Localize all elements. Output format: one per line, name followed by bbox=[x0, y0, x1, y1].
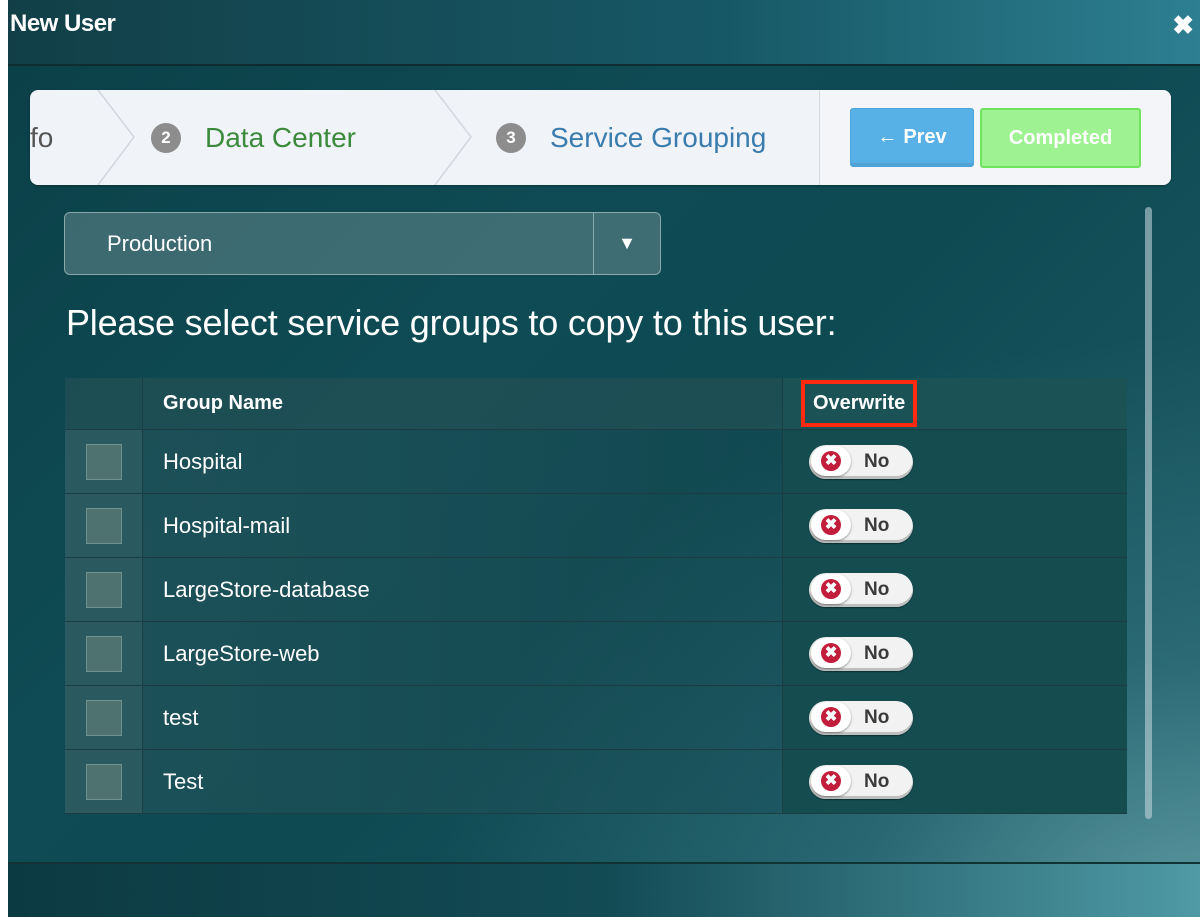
x-icon: ✖ bbox=[821, 578, 841, 599]
column-header-overwrite-cell: Overwrite bbox=[783, 378, 1127, 430]
completed-button[interactable]: Completed bbox=[980, 108, 1141, 168]
group-name-cell: Test bbox=[143, 750, 783, 814]
overwrite-toggle[interactable]: ✖ No bbox=[809, 572, 913, 607]
group-name-cell: test bbox=[143, 686, 783, 750]
overwrite-cell: ✖ No bbox=[783, 430, 1127, 494]
row-checkbox[interactable] bbox=[85, 507, 122, 544]
step-number-badge: 2 bbox=[151, 122, 181, 153]
prev-button-label: Prev bbox=[903, 126, 947, 148]
wizard-step-partial-label: fo bbox=[30, 121, 54, 153]
toggle-knob: ✖ bbox=[811, 637, 851, 668]
overwrite-cell: ✖ No bbox=[783, 558, 1127, 622]
row-checkbox-cell bbox=[65, 622, 143, 686]
overwrite-toggle[interactable]: ✖ No bbox=[809, 764, 913, 799]
row-checkbox[interactable] bbox=[85, 443, 122, 480]
toggle-state-label: No bbox=[864, 514, 890, 536]
wizard-steps-bar: fo 2 Data Center 3 Service Grouping ← Pr… bbox=[30, 90, 1171, 185]
toggle-knob: ✖ bbox=[811, 701, 851, 732]
row-checkbox[interactable] bbox=[85, 571, 122, 608]
column-header-overwrite: Overwrite bbox=[813, 392, 906, 414]
overwrite-cell: ✖ No bbox=[783, 686, 1127, 750]
group-name-cell: LargeStore-web bbox=[143, 622, 783, 686]
table-row: LargeStore-database ✖ No bbox=[65, 558, 1127, 622]
row-checkbox[interactable] bbox=[85, 635, 122, 672]
toggle-knob: ✖ bbox=[811, 573, 851, 604]
wizard-step-label: Data Center bbox=[205, 121, 356, 153]
instruction-text: Please select service groups to copy to … bbox=[66, 302, 837, 343]
environment-select-value: Production bbox=[107, 231, 213, 256]
toggle-knob: ✖ bbox=[811, 765, 851, 796]
x-icon: ✖ bbox=[821, 706, 841, 727]
overwrite-cell: ✖ No bbox=[783, 750, 1127, 814]
table-row: test ✖ No bbox=[65, 686, 1127, 750]
table-row: Test ✖ No bbox=[65, 750, 1127, 814]
x-icon: ✖ bbox=[821, 514, 841, 535]
close-icon[interactable]: ✖ bbox=[1172, 12, 1194, 38]
wizard-step-user-info[interactable]: fo bbox=[30, 90, 53, 185]
caret-down-icon[interactable]: ▼ bbox=[593, 213, 660, 274]
overwrite-toggle[interactable]: ✖ No bbox=[809, 700, 913, 735]
row-checkbox-cell bbox=[65, 686, 143, 750]
prev-button[interactable]: ← Prev bbox=[850, 108, 974, 167]
vertical-scrollbar[interactable] bbox=[1145, 207, 1152, 819]
toggle-state-label: No bbox=[864, 642, 890, 664]
arrow-left-icon: ← bbox=[877, 126, 898, 148]
overwrite-toggle[interactable]: ✖ No bbox=[809, 444, 913, 479]
table-row: Hospital ✖ No bbox=[65, 430, 1127, 494]
toggle-state-label: No bbox=[864, 450, 890, 472]
wizard-step-data-center[interactable]: 2 Data Center bbox=[151, 90, 356, 185]
header-checkbox-cell bbox=[65, 378, 143, 430]
row-checkbox[interactable] bbox=[85, 763, 122, 800]
toggle-knob: ✖ bbox=[811, 445, 851, 476]
x-icon: ✖ bbox=[821, 450, 841, 471]
row-checkbox[interactable] bbox=[85, 699, 122, 736]
x-icon: ✖ bbox=[821, 770, 841, 791]
wizard-step-service-grouping[interactable]: 3 Service Grouping bbox=[496, 90, 766, 185]
group-name-cell: Hospital bbox=[143, 430, 783, 494]
new-user-dialog: New User ✖ fo 2 Data Center 3 Service Gr… bbox=[8, 0, 1200, 917]
overwrite-highlight-box: Overwrite bbox=[801, 380, 918, 427]
dialog-titlebar: New User ✖ bbox=[8, 0, 1200, 66]
toggle-knob: ✖ bbox=[811, 509, 851, 540]
x-icon: ✖ bbox=[821, 642, 841, 663]
wizard-actions: ← Prev Completed bbox=[819, 90, 1171, 185]
environment-select[interactable]: Production ▼ bbox=[64, 212, 661, 275]
wizard-steps: fo 2 Data Center 3 Service Grouping bbox=[30, 90, 819, 185]
table-header-row: Group Name Overwrite bbox=[65, 378, 1127, 430]
step-chevron-divider bbox=[97, 90, 135, 185]
toggle-state-label: No bbox=[864, 770, 890, 792]
wizard-step-label: Service Grouping bbox=[550, 121, 767, 153]
table-row: LargeStore-web ✖ No bbox=[65, 622, 1127, 686]
overwrite-toggle[interactable]: ✖ No bbox=[809, 508, 913, 543]
table-row: Hospital-mail ✖ No bbox=[65, 494, 1127, 558]
completed-button-label: Completed bbox=[1008, 126, 1113, 149]
step-chevron-divider bbox=[434, 90, 472, 185]
group-name-cell: Hospital-mail bbox=[143, 494, 783, 558]
service-groups-table: Group Name Overwrite Hospital ✖ No Hospi… bbox=[65, 378, 1127, 814]
dialog-title: New User bbox=[10, 10, 116, 37]
group-name-cell: LargeStore-database bbox=[143, 558, 783, 622]
toggle-state-label: No bbox=[864, 706, 890, 728]
overwrite-cell: ✖ No bbox=[783, 622, 1127, 686]
overwrite-cell: ✖ No bbox=[783, 494, 1127, 558]
row-checkbox-cell bbox=[65, 430, 143, 494]
overwrite-toggle[interactable]: ✖ No bbox=[809, 636, 913, 671]
toggle-state-label: No bbox=[864, 578, 890, 600]
row-checkbox-cell bbox=[65, 750, 143, 814]
row-checkbox-cell bbox=[65, 494, 143, 558]
step-number-badge: 3 bbox=[496, 122, 526, 153]
row-checkbox-cell bbox=[65, 558, 143, 622]
dialog-footer bbox=[8, 864, 1200, 917]
column-header-group-name: Group Name bbox=[143, 378, 783, 430]
